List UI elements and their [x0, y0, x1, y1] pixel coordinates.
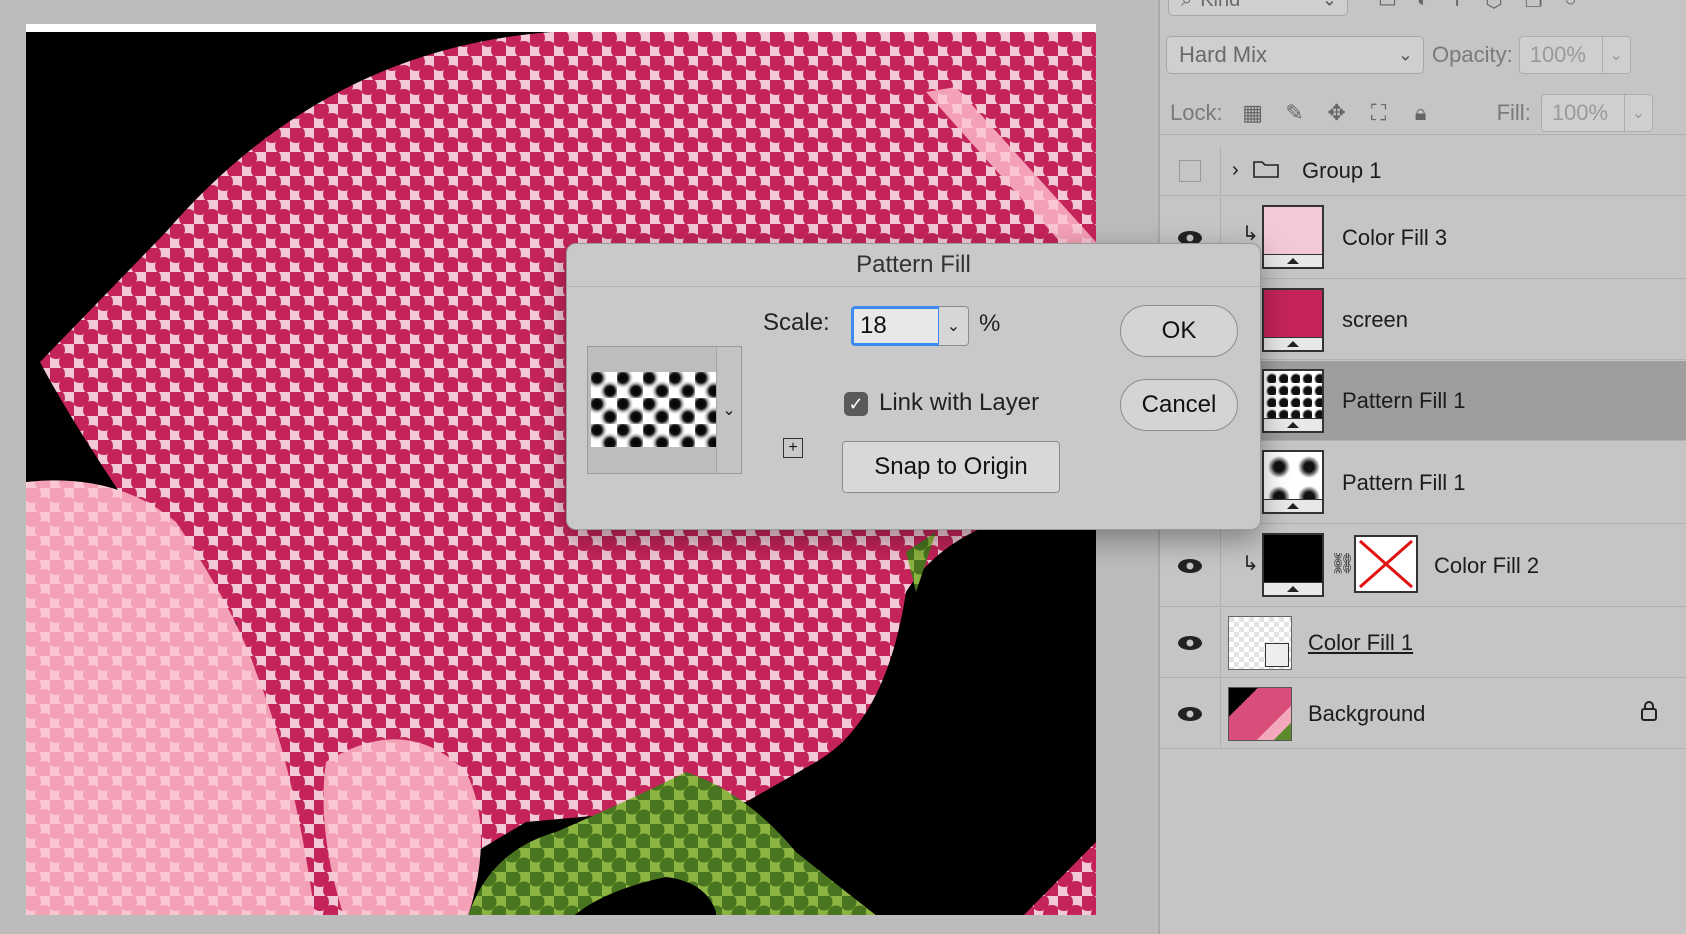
layer-name: Group 1: [1302, 157, 1382, 183]
layer-thumbnail: [1262, 369, 1324, 433]
pattern-swatch: [591, 372, 717, 447]
layer-name: Color Fill 3: [1342, 224, 1448, 250]
layer-name: Color Fill 1: [1308, 629, 1414, 655]
visibility-off-box: [1179, 159, 1201, 182]
eye-icon: [1178, 635, 1202, 650]
dialog-title: Pattern Fill: [567, 244, 1260, 287]
layer-name: Color Fill 2: [1434, 552, 1540, 578]
lock-icon: [1640, 700, 1658, 727]
eye-icon: [1178, 706, 1202, 721]
blend-mode-select[interactable]: Hard Mix ⌄: [1166, 36, 1424, 74]
scale-label: Scale:: [763, 309, 830, 336]
layer-thumbnail: [1262, 205, 1324, 269]
chevron-down-icon: ⌄: [1322, 0, 1337, 11]
chevron-down-icon[interactable]: ⌄: [716, 347, 741, 473]
filter-type-icon[interactable]: T: [1451, 0, 1463, 12]
layer-name: Background: [1308, 700, 1426, 726]
layer-name: screen: [1342, 306, 1409, 332]
fill-dropdown[interactable]: ⌄: [1624, 94, 1653, 132]
lock-move-icon[interactable]: ✥: [1323, 99, 1351, 127]
empty-mask-x-icon: [1359, 539, 1413, 589]
chevron-down-icon: ⌄: [946, 318, 961, 335]
lock-all-icon[interactable]: 🔒︎: [1407, 99, 1435, 127]
filter-kind-select[interactable]: ⌕ Kind ⌄: [1168, 0, 1348, 16]
blend-row: Hard Mix ⌄ Opacity: 100% ⌄: [1160, 34, 1686, 76]
scale-dropdown[interactable]: ⌄: [939, 306, 969, 346]
layer-row-color-fill-2[interactable]: ↳ ⛓ Color Fill 2: [1160, 525, 1686, 607]
adjustment-indicator-icon: [1264, 337, 1322, 350]
adjustment-indicator-icon: [1264, 254, 1322, 267]
chevron-down-icon: ⌄: [1609, 47, 1623, 64]
link-chain-icon[interactable]: ⛓: [1330, 551, 1355, 576]
layer-name: Pattern Fill 1: [1342, 469, 1466, 495]
clipping-arrow-icon: ↳: [1242, 553, 1259, 575]
filter-shape-icon[interactable]: ⬡: [1485, 0, 1502, 13]
filter-row: ⌕ Kind ⌄ ▭ ◐ T ⬡ ❐ ○: [1160, 0, 1686, 18]
pattern-fill-dialog: Pattern Fill ⌄ Scale: 18 ⌄ % ✓ Link with…: [566, 243, 1261, 530]
layer-mask-thumbnail[interactable]: [1354, 535, 1418, 593]
layer-thumbnail: [1228, 616, 1292, 670]
folder-icon: [1252, 157, 1280, 179]
checkmark-icon: ✓: [848, 393, 864, 414]
layer-row-background[interactable]: Background: [1160, 679, 1686, 749]
fill-field[interactable]: 100%: [1540, 94, 1625, 132]
layer-row-group-1[interactable]: › Group 1: [1160, 146, 1686, 196]
smart-shape-icon: [1265, 643, 1289, 667]
scale-unit: %: [979, 310, 1001, 337]
visibility-toggle[interactable]: [1160, 679, 1221, 748]
layer-thumbnail: [1228, 687, 1292, 741]
chevron-down-icon: ⌄: [1397, 44, 1413, 65]
layer-thumbnail: [1262, 450, 1324, 514]
adjustment-indicator-icon: [1264, 582, 1322, 595]
new-preset-icon[interactable]: +: [783, 438, 803, 458]
link-with-layer-label: Link with Layer: [879, 389, 1040, 416]
search-icon: ⌕: [1181, 0, 1192, 12]
opacity-dropdown[interactable]: ⌄: [1602, 36, 1631, 74]
layer-row-color-fill-1[interactable]: Color Fill 1: [1160, 608, 1686, 678]
filter-pixel-icon[interactable]: ▭: [1378, 0, 1397, 13]
filter-adjustment-icon[interactable]: ◐: [1417, 0, 1429, 12]
cancel-button[interactable]: Cancel: [1120, 379, 1238, 431]
eye-icon: [1178, 558, 1202, 573]
visibility-toggle[interactable]: [1160, 525, 1221, 606]
lock-label: Lock:: [1170, 100, 1223, 125]
lock-row: Lock: ▦ ✎ ✥ ⛶ 🔒︎ Fill: 100% ⌄: [1160, 92, 1686, 135]
lock-brush-icon[interactable]: ✎: [1281, 99, 1309, 127]
scale-input[interactable]: 18: [851, 306, 941, 346]
filter-toggle[interactable]: ○: [1565, 0, 1577, 12]
opacity-field[interactable]: 100%: [1518, 36, 1603, 74]
lock-transparency-icon[interactable]: ▦: [1239, 99, 1267, 127]
visibility-toggle[interactable]: [1160, 608, 1221, 677]
adjustment-indicator-icon: [1264, 418, 1322, 431]
lock-artboard-icon[interactable]: ⛶: [1365, 99, 1393, 127]
snap-to-origin-button[interactable]: Snap to Origin: [842, 441, 1060, 493]
filter-smart-object-icon[interactable]: ❐: [1525, 0, 1543, 13]
adjustment-indicator-icon: [1264, 499, 1322, 512]
opacity-label: Opacity:: [1432, 42, 1513, 67]
ok-button[interactable]: OK: [1120, 305, 1238, 357]
chevron-down-icon: ⌄: [1631, 105, 1646, 122]
link-with-layer-checkbox[interactable]: ✓: [844, 392, 868, 416]
layer-thumbnail: [1262, 533, 1324, 597]
pattern-picker[interactable]: ⌄: [587, 346, 742, 474]
fill-label: Fill:: [1496, 100, 1531, 125]
layer-name: Pattern Fill 1: [1342, 387, 1466, 413]
visibility-toggle[interactable]: [1160, 146, 1221, 195]
expand-chevron-icon[interactable]: ›: [1232, 159, 1239, 182]
layer-thumbnail: [1262, 288, 1324, 352]
